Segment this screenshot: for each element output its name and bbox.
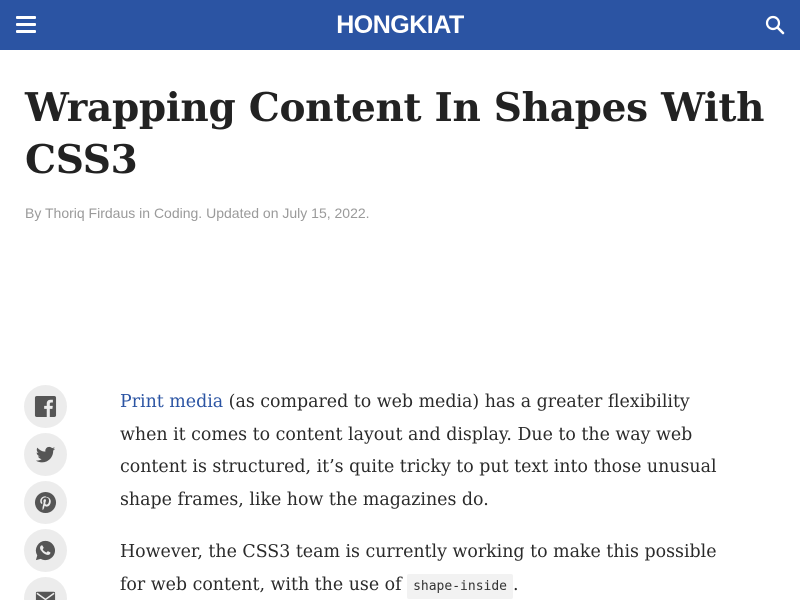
email-icon bbox=[35, 591, 56, 600]
author-link[interactable]: Thoriq Firdaus bbox=[45, 205, 135, 221]
share-email-button[interactable] bbox=[24, 577, 67, 600]
share-twitter-button[interactable] bbox=[24, 433, 67, 476]
whatsapp-icon bbox=[35, 540, 56, 561]
category-link[interactable]: Coding. bbox=[154, 205, 202, 221]
top-navigation-bar: HONGKIAT bbox=[0, 0, 800, 50]
site-logo[interactable]: HONGKIAT bbox=[0, 9, 800, 41]
share-facebook-button[interactable] bbox=[24, 385, 67, 428]
article-paragraph: However, the CSS3 team is currently work… bbox=[120, 536, 740, 600]
paragraph-text: . bbox=[513, 574, 519, 595]
facebook-icon bbox=[34, 395, 57, 418]
article-byline: By Thoriq Firdaus in Coding. Updated on … bbox=[25, 205, 370, 221]
pinterest-icon bbox=[34, 491, 57, 514]
byline-prefix: By bbox=[25, 205, 42, 221]
inline-code: shape-inside bbox=[407, 573, 513, 599]
article-paragraph: Print media (as compared to web media) h… bbox=[120, 386, 740, 516]
twitter-icon bbox=[35, 446, 56, 463]
share-whatsapp-button[interactable] bbox=[24, 529, 67, 572]
print-media-link[interactable]: Print media bbox=[120, 392, 223, 412]
article-title: Wrapping Content In Shapes With CSS3 bbox=[25, 85, 765, 183]
updated-date: Updated on July 15, 2022. bbox=[206, 205, 370, 221]
share-pinterest-button[interactable] bbox=[24, 481, 67, 524]
byline-in: in bbox=[139, 205, 151, 221]
search-icon[interactable] bbox=[765, 15, 785, 35]
article-body: Print media (as compared to web media) h… bbox=[120, 386, 740, 600]
